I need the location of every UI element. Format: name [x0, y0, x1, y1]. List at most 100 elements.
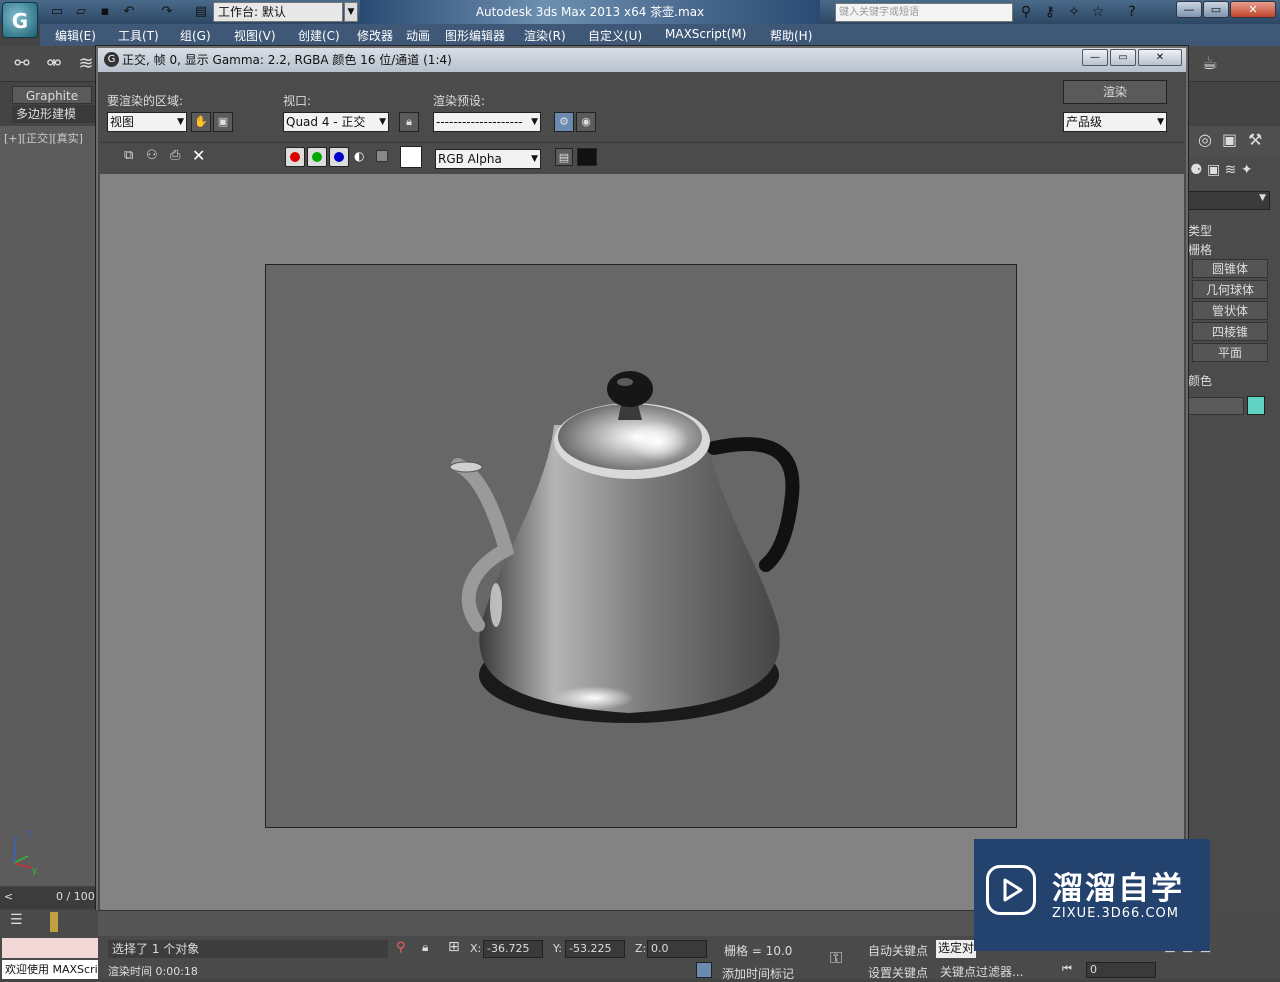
utilities-tab-icon[interactable]: ⚒ [1248, 130, 1262, 149]
teapot-render-icon[interactable]: ☕ [1196, 50, 1224, 78]
blue-channel-toggle[interactable] [329, 147, 349, 167]
menu-tools[interactable]: 工具(T) [118, 27, 159, 44]
undo-icon[interactable]: ↶ [120, 3, 138, 21]
key-filters-button[interactable]: 关键点过滤器... [940, 963, 1023, 980]
communication-icon[interactable]: ✧ [1064, 3, 1084, 21]
close-button[interactable]: ✕ [1230, 1, 1276, 18]
plane-button[interactable]: 平面 [1192, 343, 1268, 362]
lock-viewport-icon[interactable]: 🔒︎ [399, 112, 419, 132]
object-color-swatch[interactable] [1247, 396, 1265, 415]
geometry-category-icons[interactable]: ⚈ ▣ ≋ ✦ [1190, 162, 1280, 184]
redo-icon[interactable]: ↷ [158, 3, 176, 21]
environment-effects-icon[interactable]: ◉ [576, 112, 596, 132]
edit-region-icon[interactable]: ✋ [191, 112, 211, 132]
unlink-icon[interactable]: ⚮ [40, 50, 68, 78]
save-image-icon[interactable]: ⧉ [124, 148, 142, 163]
x-coordinate-field[interactable]: -36.725 [483, 940, 543, 958]
add-time-tag[interactable]: 添加时间标记 [722, 965, 794, 982]
subscription-icon[interactable]: ⚷ [1040, 3, 1060, 21]
menu-maxscript[interactable]: MAXScript(M) [665, 27, 746, 41]
clone-frame-icon[interactable]: ⚇ [146, 148, 164, 163]
toggle-ui-icon[interactable]: ▤ [555, 148, 573, 166]
auto-key-button[interactable]: 自动关键点 [868, 942, 928, 959]
search-input[interactable]: 键入关键字或短语 [835, 3, 1013, 22]
menu-customize[interactable]: 自定义(U) [588, 27, 642, 44]
menu-group[interactable]: 组(G) [180, 27, 211, 44]
time-tag-icon[interactable] [696, 962, 712, 978]
menu-create[interactable]: 创建(C) [298, 27, 340, 44]
cone-button[interactable]: 圆锥体 [1192, 259, 1268, 278]
object-category-dropdown[interactable]: ▼ [1188, 191, 1270, 210]
frame-close-button[interactable]: ✕ [1138, 49, 1182, 66]
graphite-tab[interactable]: Graphite [12, 86, 92, 104]
key-icon[interactable]: ⚿ [830, 948, 842, 968]
z-coordinate-field[interactable]: 0.0 [647, 940, 707, 958]
minimize-button[interactable]: — [1176, 1, 1202, 18]
teapot-render [449, 371, 800, 723]
isolate-icon[interactable]: ⚲ [396, 940, 406, 955]
project-folder-icon[interactable]: ▤ [192, 3, 210, 21]
y-coordinate-field[interactable]: -53.225 [565, 940, 625, 958]
chevron-left-icon[interactable]: < [4, 890, 13, 903]
render-button[interactable]: 渲染 [1063, 80, 1167, 104]
toggle-ui-overlay-icon[interactable] [577, 148, 597, 166]
maxscript-welcome[interactable]: 欢迎使用 MAXScri [2, 960, 98, 979]
menu-rendering[interactable]: 渲染(R) [524, 27, 566, 44]
frame-maximize-button[interactable]: ▭ [1110, 49, 1136, 66]
red-channel-toggle[interactable] [285, 147, 305, 167]
chevron-down-icon[interactable]: ▼ [344, 2, 358, 22]
area-to-render-dropdown[interactable]: 视图 ▼ [107, 112, 187, 132]
viewport-label[interactable]: [+][正交][真实] [4, 130, 83, 146]
app-logo-icon[interactable]: G [2, 2, 38, 38]
save-icon[interactable]: ▪ [96, 3, 114, 21]
menu-edit[interactable]: 编辑(E) [55, 27, 96, 44]
display-tab-icon[interactable]: ▣ [1222, 130, 1237, 149]
maxscript-listener-input[interactable] [2, 938, 98, 958]
time-slider-handle[interactable] [50, 912, 58, 932]
menu-help[interactable]: 帮助(H) [770, 27, 812, 44]
clear-icon[interactable]: ✕ [192, 146, 210, 165]
current-frame-field[interactable]: 0 [1086, 962, 1156, 978]
object-name-field[interactable] [1188, 397, 1244, 415]
display-channel-dropdown[interactable]: RGB Alpha ▼ [435, 149, 541, 169]
help-icon[interactable]: ? [1122, 3, 1142, 21]
render-setup-icon[interactable]: ⚙ [554, 112, 574, 132]
workspace-dropdown[interactable]: 工作台: 默认 [213, 2, 343, 22]
monochrome-icon[interactable] [376, 150, 388, 162]
menu-animation[interactable]: 动画 [406, 27, 430, 44]
geosphere-button[interactable]: 几何球体 [1192, 280, 1268, 299]
menu-view[interactable]: 视图(V) [234, 27, 276, 44]
new-file-icon[interactable]: ▭ [48, 3, 66, 21]
name-color-label: 颜色 [1188, 374, 1213, 388]
time-slider[interactable]: < 0 / 100 [0, 887, 98, 909]
timeline-ruler[interactable] [98, 910, 978, 936]
menu-graph-editors[interactable]: 图形编辑器 [445, 27, 505, 44]
link-icon[interactable]: ⚯ [8, 50, 36, 78]
motion-tab-icon[interactable]: ◎ [1198, 130, 1212, 149]
favorites-star-icon[interactable]: ☆ [1088, 3, 1108, 21]
viewport-dropdown[interactable]: Quad 4 - 正交 ▼ [283, 112, 389, 132]
selection-set-dropdown[interactable]: 选定对 [936, 940, 976, 958]
polygon-modeling-tab[interactable]: 多边形建模 [12, 105, 100, 123]
selection-lock-icon[interactable]: 🔒︎ [422, 940, 428, 955]
alpha-channel-icon[interactable]: ◐ [354, 149, 364, 163]
tube-button[interactable]: 管状体 [1192, 301, 1268, 320]
render-preset-dropdown[interactable]: -------------------- ▼ [433, 112, 541, 132]
print-icon[interactable]: ⎙ [170, 148, 188, 163]
set-key-button[interactable]: 设置关键点 [868, 964, 928, 981]
go-to-start-icon[interactable]: ⏮ [1062, 962, 1072, 976]
open-file-icon[interactable]: ▱ [72, 3, 90, 21]
viewport-left[interactable] [0, 126, 98, 886]
auto-region-icon[interactable]: ▣ [213, 112, 233, 132]
maximize-button[interactable]: ▭ [1203, 1, 1229, 18]
green-channel-toggle[interactable] [307, 147, 327, 167]
menu-modifiers[interactable]: 修改器 [357, 27, 393, 44]
autogrid-label: 栅格 [1188, 243, 1213, 257]
render-quality-dropdown[interactable]: 产品级 ▼ [1063, 112, 1167, 132]
binoculars-icon[interactable]: ⚲ [1016, 3, 1036, 21]
frame-minimize-button[interactable]: — [1082, 49, 1108, 66]
absolute-mode-icon[interactable]: ⊞ [448, 939, 460, 955]
track-bar-icon[interactable]: ☰ [10, 912, 34, 930]
color-swatch[interactable] [400, 146, 422, 168]
pyramid-button[interactable]: 四棱锥 [1192, 322, 1268, 341]
